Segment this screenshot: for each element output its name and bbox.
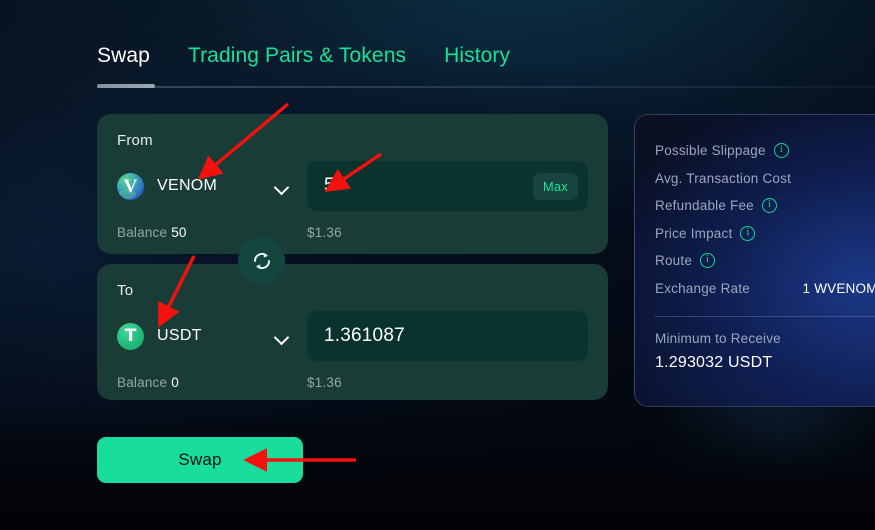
to-token-selector[interactable]: T USDT — [117, 322, 307, 350]
to-subrow: Balance 0 $1.36 — [117, 375, 588, 390]
from-token-selector[interactable]: V VENOM — [117, 172, 307, 200]
tab-bar: Swap Trading Pairs & Tokens History — [97, 44, 548, 68]
from-amount-field[interactable]: Max — [307, 161, 588, 211]
info-key: Route — [655, 253, 693, 269]
to-balance: Balance 0 — [117, 375, 307, 390]
swap-card: From V VENOM Max Balance50 $1.36 To — [97, 114, 608, 400]
venom-globe-icon: V — [117, 172, 144, 200]
info-value: VEN — [871, 253, 875, 268]
chevron-down-icon[interactable] — [275, 182, 289, 191]
from-balance: Balance 50 — [117, 225, 307, 240]
info-key: Avg. Transaction Cost — [655, 170, 792, 186]
from-token-name: VENOM — [157, 177, 218, 194]
info-icon[interactable]: i — [740, 225, 756, 241]
info-icon[interactable]: i — [700, 253, 716, 269]
from-subrow: Balance 50 $1.36 — [117, 225, 588, 240]
tether-icon: T — [117, 322, 144, 350]
info-icon[interactable]: i — [761, 198, 777, 214]
info-key: Price Impact — [655, 225, 733, 241]
info-row-possible-slippage: Possible Slippage i — [655, 137, 875, 165]
tether-letter-glyph: T — [124, 325, 137, 346]
info-row-avg-transaction-cost: Avg. Transaction Cost 0 — [655, 165, 875, 193]
minimum-to-receive-label: Minimum to Receive — [655, 331, 781, 346]
chevron-down-icon[interactable] — [275, 332, 289, 341]
minimum-to-receive: Minimum to Receive 1.293032 USDT — [635, 317, 875, 372]
info-row-route: Route i VEN — [655, 247, 875, 275]
to-row: T USDT — [117, 311, 588, 361]
info-value: 1 WVENOM = 0.2 — [802, 280, 875, 296]
to-panel: To T USDT Balance0 $1.36 — [97, 264, 608, 400]
tab-history[interactable]: History — [444, 44, 510, 68]
tab-swap[interactable]: Swap — [97, 44, 150, 68]
to-amount-field[interactable] — [307, 311, 588, 361]
info-key: Refundable Fee — [655, 198, 754, 214]
to-balance-label: Balance — [117, 375, 168, 390]
tab-trading-pairs[interactable]: Trading Pairs & Tokens — [188, 44, 406, 68]
from-balance-value: 50 — [171, 225, 187, 240]
swap-direction-button[interactable] — [238, 237, 285, 284]
tab-bar-rule — [97, 86, 875, 88]
info-key: Possible Slippage — [655, 143, 766, 159]
tab-active-indicator — [97, 84, 155, 88]
from-usd-value: $1.36 — [307, 225, 342, 240]
from-panel: From V VENOM Max Balance50 $1.36 — [97, 114, 608, 254]
info-row-exchange-rate: Exchange Rate 1 WVENOM = 0.2 — [655, 275, 875, 303]
from-amount-input[interactable] — [324, 175, 533, 197]
from-balance-label: Balance — [117, 225, 168, 240]
swap-submit-button[interactable]: Swap — [97, 437, 303, 483]
info-key: Exchange Rate — [655, 280, 750, 296]
swap-info-panel: Possible Slippage i Avg. Transaction Cos… — [634, 114, 875, 407]
to-amount-input[interactable] — [324, 325, 578, 347]
from-row: V VENOM Max — [117, 161, 588, 211]
to-balance-value: 0 — [171, 375, 179, 390]
info-value: Unde — [866, 226, 875, 241]
info-icon[interactable]: i — [773, 143, 789, 159]
info-rows: Possible Slippage i Avg. Transaction Cos… — [635, 137, 875, 302]
info-row-refundable-fee: Refundable Fee i — [655, 192, 875, 220]
max-button[interactable]: Max — [532, 172, 578, 200]
from-label: From — [117, 132, 153, 149]
swap-direction-icon — [253, 252, 270, 269]
minimum-to-receive-value: 1.293032 USDT — [655, 354, 773, 371]
info-row-price-impact: Price Impact i Unde — [655, 220, 875, 248]
venom-letter-glyph: V — [123, 175, 138, 197]
to-label: To — [117, 282, 134, 299]
to-usd-value: $1.36 — [307, 375, 342, 390]
to-token-name: USDT — [157, 327, 202, 344]
